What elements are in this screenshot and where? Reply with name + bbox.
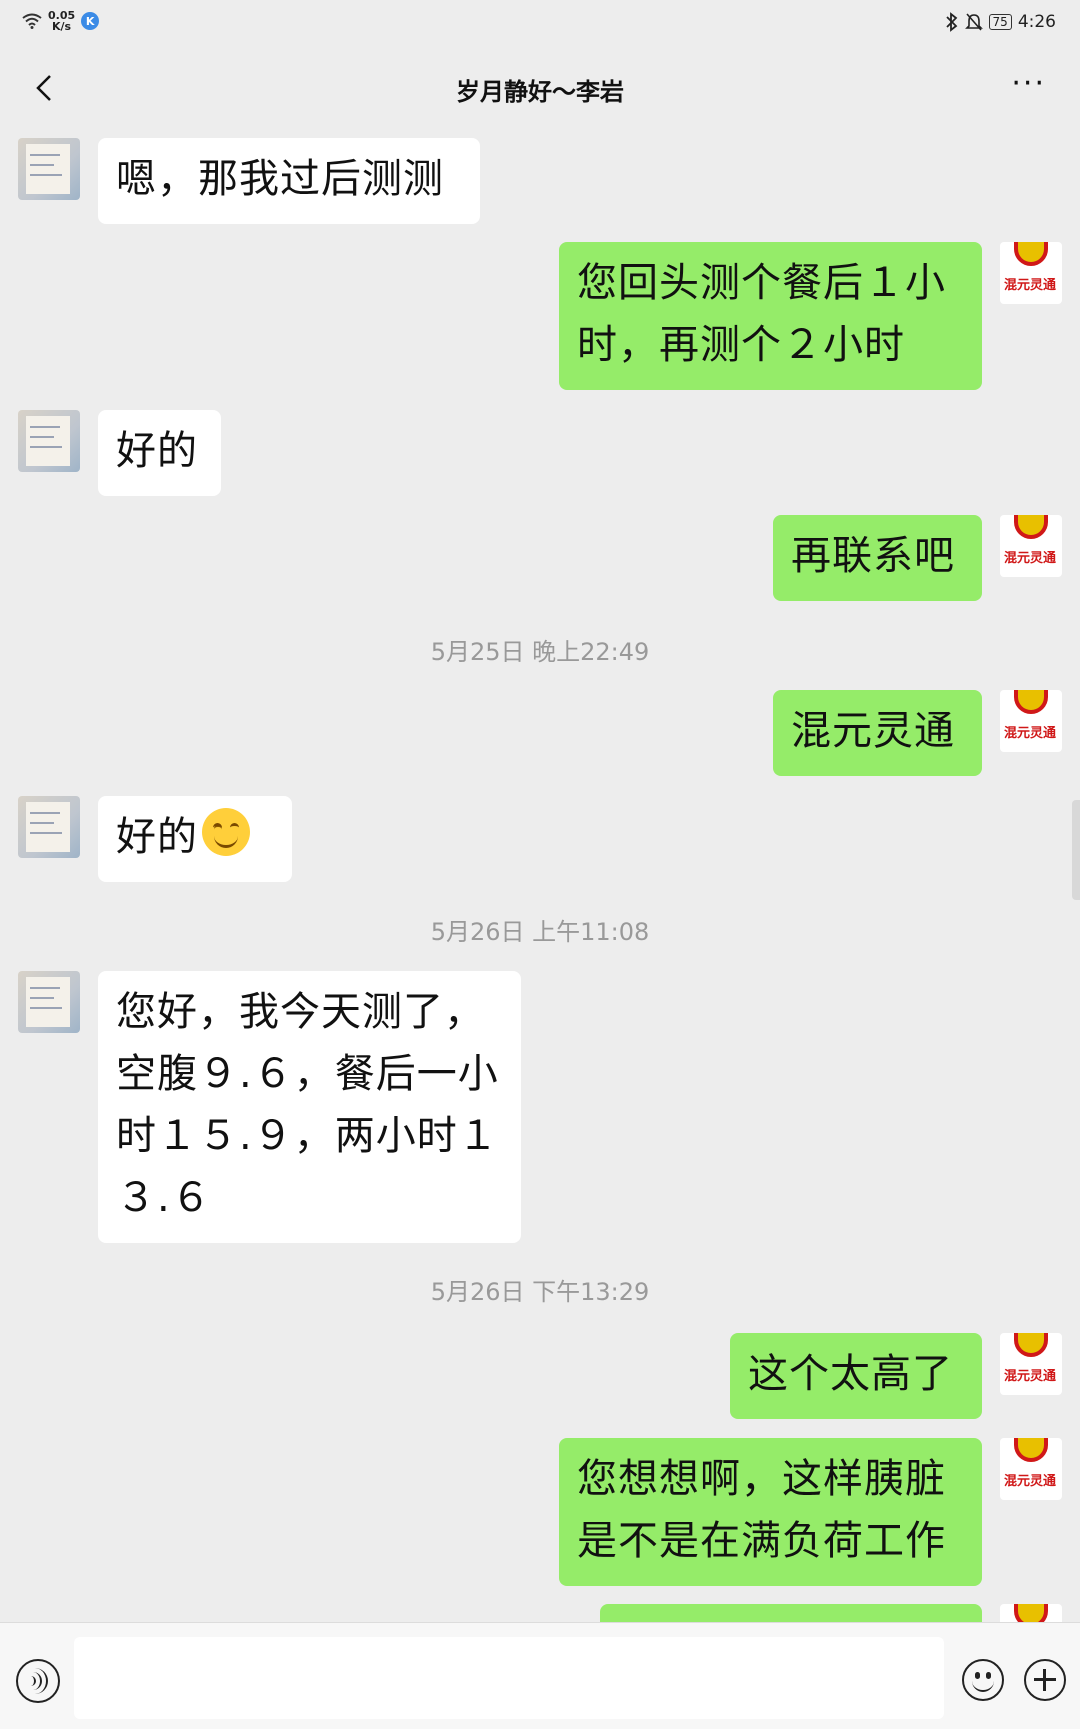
seal-text: 混元灵通: [1004, 278, 1057, 293]
timestamp: 5月26日 下午13:29: [430, 1278, 650, 1306]
network-status: 0.05 K/s K: [22, 10, 100, 32]
message-bubble-sent[interactable]: 这个太高了: [730, 1333, 982, 1419]
message-input[interactable]: [74, 1637, 944, 1719]
my-avatar[interactable]: 混元灵通: [1000, 515, 1062, 577]
status-bar: 0.05 K/s K 75 4:26: [0, 0, 1080, 50]
input-bar: [0, 1622, 1080, 1729]
contact-avatar[interactable]: [18, 410, 80, 472]
chat-title: 岁月静好～李岩: [456, 78, 624, 106]
message-bubble-received[interactable]: 嗯，那我过后测测: [98, 138, 480, 224]
bluetooth-icon: [945, 12, 957, 32]
more-options-icon[interactable]: ···: [1011, 69, 1046, 99]
seal-text: 混元灵通: [1004, 1369, 1057, 1384]
mute-bell-icon: [964, 13, 983, 31]
my-avatar[interactable]: 混元灵通: [1000, 1333, 1062, 1395]
message-bubble-received[interactable]: 您好，我今天测了，空腹９.６，餐后一小时１５.９，两小时１３.６: [98, 971, 521, 1243]
seal-text: 混元灵通: [1004, 551, 1057, 566]
my-avatar[interactable]: 混元灵通: [1000, 242, 1062, 304]
message-bubble-received[interactable]: 好的: [98, 796, 292, 882]
voice-input-icon[interactable]: [16, 1659, 60, 1703]
emoji-picker-icon[interactable]: [962, 1659, 1004, 1701]
network-speed-unit: K/s: [52, 20, 72, 33]
message-bubble-sent[interactable]: 再联系吧: [773, 515, 982, 601]
contact-avatar[interactable]: [18, 796, 80, 858]
network-speed: 0.05 K/s: [48, 10, 75, 32]
wifi-icon: [22, 13, 42, 29]
my-avatar[interactable]: 混元灵通: [1000, 690, 1062, 752]
message-text: 好的: [116, 814, 198, 860]
scroll-handle[interactable]: [1072, 800, 1080, 900]
app-notification-badge: K: [81, 12, 100, 30]
seal-text: 混元灵通: [1004, 726, 1057, 741]
clock: 4:26: [1017, 12, 1056, 32]
contact-avatar[interactable]: [18, 971, 80, 1033]
message-bubble-sent[interactable]: 混元灵通: [773, 690, 982, 776]
my-avatar[interactable]: 混元灵通: [1000, 1438, 1062, 1500]
contact-avatar[interactable]: [18, 138, 80, 200]
timestamp: 5月25日 晚上22:49: [430, 638, 650, 666]
more-actions-plus-icon[interactable]: [1024, 1659, 1066, 1701]
message-bubble-sent[interactable]: 您想想啊，这样胰脏是不是在满负荷工作: [559, 1438, 982, 1586]
message-bubble-received[interactable]: 好的: [98, 410, 221, 496]
timestamp: 5月26日 上午11:08: [430, 918, 650, 946]
smiling-face-emoji-icon: [202, 808, 250, 856]
battery-indicator: 75: [988, 14, 1012, 30]
seal-text: 混元灵通: [1004, 1474, 1057, 1489]
message-bubble-sent[interactable]: 您回头测个餐后１小时，再测个２小时: [559, 242, 982, 390]
chat-header: 岁月静好～李岩 ···: [0, 50, 1080, 126]
